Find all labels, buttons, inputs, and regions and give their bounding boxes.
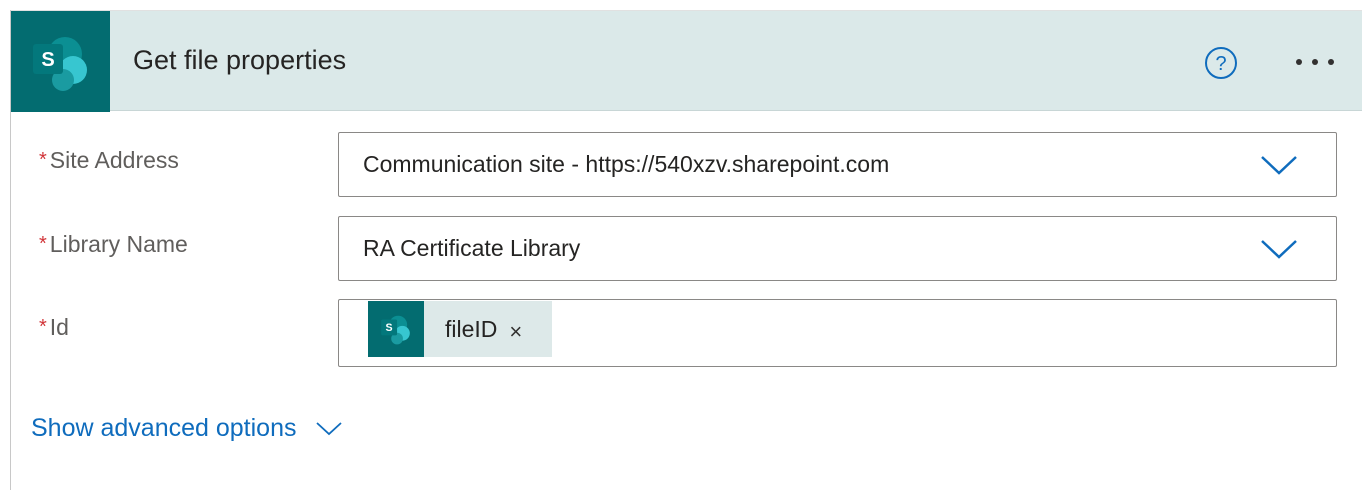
library-name-value: RA Certificate Library [363,235,581,261]
connector-icon-box: S [11,11,110,112]
library-name-label: * Library Name [39,231,188,258]
dynamic-content-token[interactable]: S fileID × [368,301,552,357]
id-label-text: Id [49,314,69,340]
svg-text:S: S [41,49,54,71]
library-name-label-text: Library Name [49,231,188,257]
show-advanced-options-label: Show advanced options [31,414,297,442]
library-name-dropdown[interactable]: RA Certificate Library [338,216,1337,281]
sharepoint-icon: S [32,36,87,91]
more-dots-icon[interactable] [1293,55,1337,69]
action-card: S Get file properties ? * Site Address Co… [10,10,1362,490]
required-marker: * [39,316,47,338]
chevron-down-icon [316,422,343,436]
required-marker: * [39,149,47,171]
token-icon-box: S [368,301,424,357]
id-input[interactable]: S fileID × [338,299,1337,367]
token-label: fileID [445,315,498,342]
sharepoint-icon: S [381,315,410,345]
help-circle-icon[interactable]: ? [1204,46,1238,80]
show-advanced-options-link[interactable]: Show advanced options [31,414,343,443]
action-header[interactable]: S Get file properties ? [11,10,1362,112]
action-title: Get file properties [133,45,347,75]
close-icon[interactable]: × [509,321,522,343]
site-address-dropdown[interactable]: Communication site - https://540xzv.shar… [338,132,1337,197]
site-address-value: Communication site - https://540xzv.shar… [363,151,890,177]
site-address-label: * Site Address [39,147,179,174]
svg-text:S: S [386,322,393,334]
chevron-down-icon[interactable] [1260,154,1298,176]
site-address-label-text: Site Address [49,147,179,173]
id-label: * Id [39,314,69,341]
required-marker: * [39,233,47,255]
svg-text:?: ? [1215,53,1226,75]
chevron-down-icon[interactable] [1260,238,1298,260]
